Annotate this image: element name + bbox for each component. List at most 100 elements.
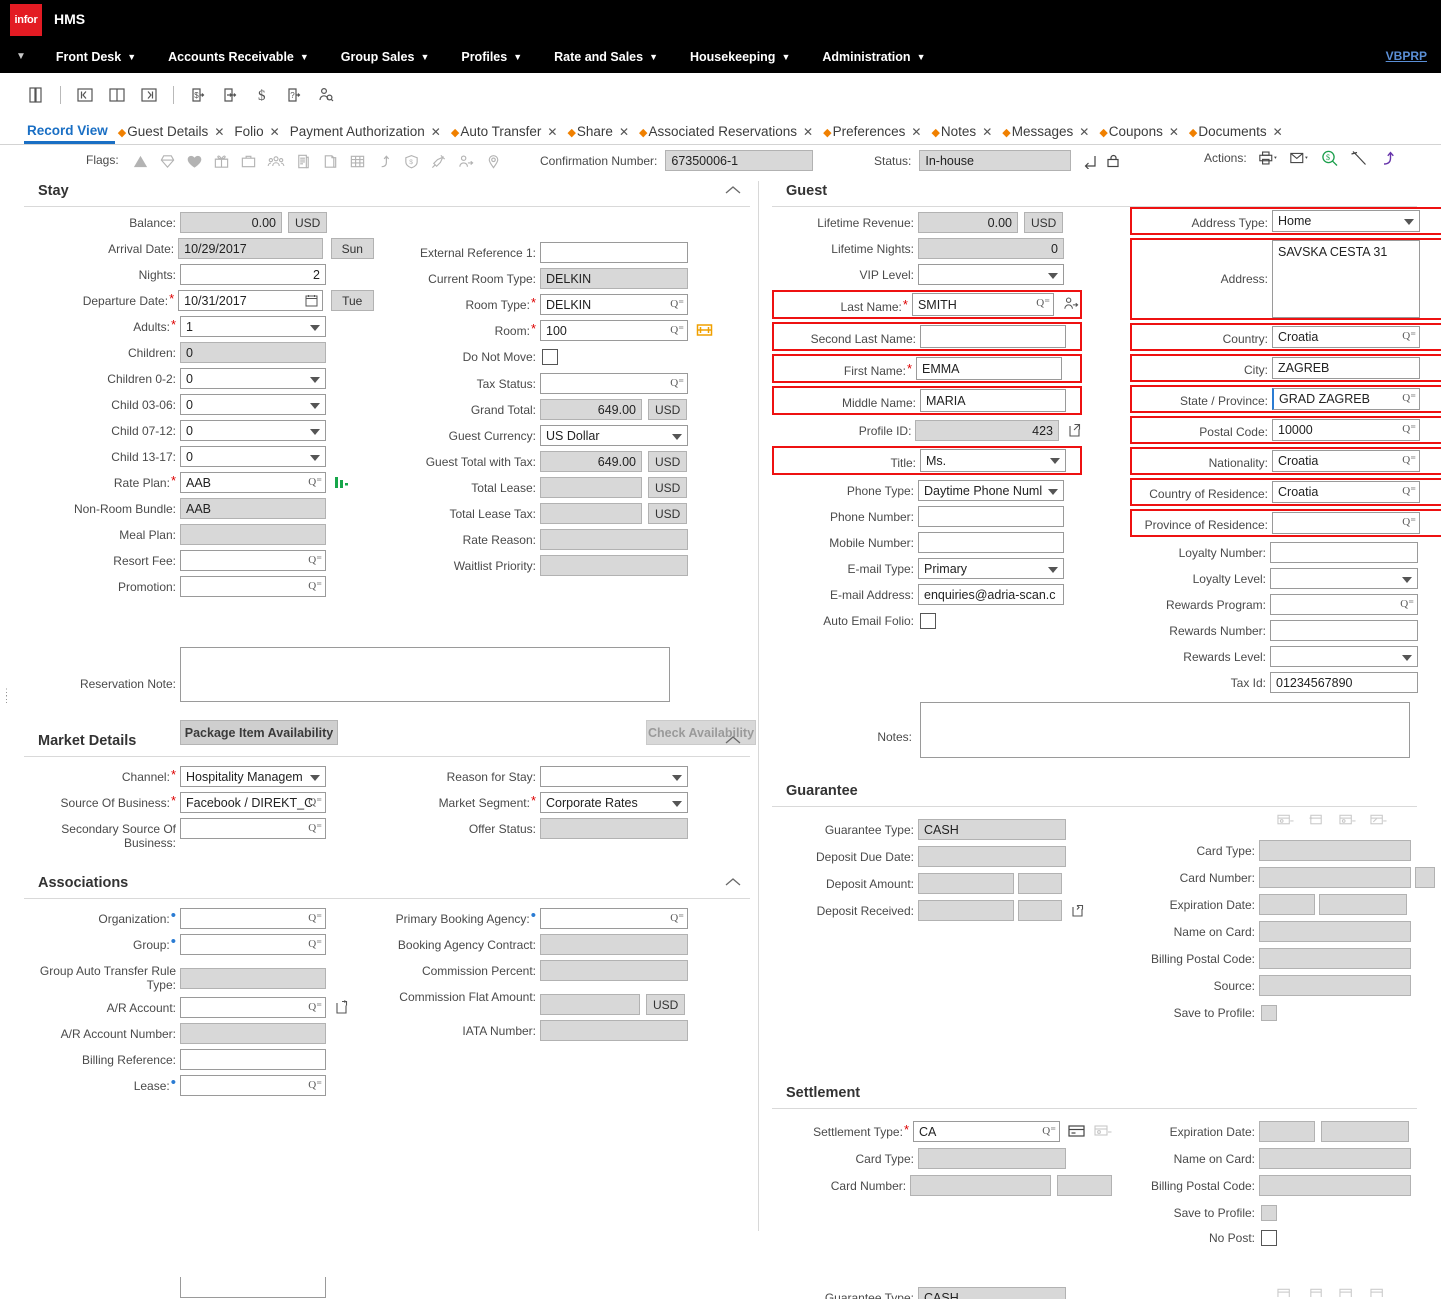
section-header-settlement[interactable]: Settlement — [772, 1079, 1417, 1109]
tab-folio[interactable]: Folio✕ — [231, 124, 286, 144]
location-pin-icon[interactable] — [485, 153, 502, 170]
close-icon[interactable]: ✕ — [911, 125, 921, 139]
lookup-icon[interactable]: Q⁼ — [308, 553, 322, 566]
heart-icon[interactable] — [186, 153, 203, 170]
post-charge-icon[interactable]: $ — [188, 85, 208, 105]
document-lines-icon[interactable] — [295, 153, 312, 170]
primary-booking-agency-input[interactable]: Q⁼ — [540, 908, 688, 929]
close-icon[interactable]: ✕ — [547, 125, 557, 139]
lookup-icon[interactable]: Q⁼ — [1402, 391, 1416, 404]
open-profile-icon[interactable] — [1067, 422, 1082, 441]
close-icon[interactable]: ✕ — [1273, 125, 1283, 139]
email-address-input[interactable]: enquiries@adria-scan.c — [918, 584, 1064, 605]
billing-reference-input[interactable] — [180, 1049, 326, 1070]
lookup-icon[interactable]: Q⁼ — [1400, 597, 1414, 610]
lookup-icon[interactable]: Q⁼ — [308, 821, 322, 834]
address-type-select[interactable]: Home — [1272, 210, 1420, 232]
lookup-icon[interactable]: Q⁼ — [308, 1078, 322, 1091]
close-icon[interactable]: ✕ — [431, 125, 441, 139]
guest-notes-textarea[interactable] — [920, 702, 1410, 758]
children-0-2-select[interactable]: 0 — [180, 368, 326, 389]
close-icon[interactable]: ✕ — [619, 125, 629, 139]
email-type-select[interactable]: Primary — [918, 558, 1064, 579]
nav-first-icon[interactable] — [75, 85, 95, 105]
close-icon[interactable]: ✕ — [803, 125, 813, 139]
room-plan-icon[interactable] — [696, 322, 713, 341]
room-type-input[interactable]: DELKINQ⁼ — [540, 294, 688, 315]
lease-input[interactable]: Q⁼ — [180, 1075, 326, 1096]
tab-auto-transfer[interactable]: ◆Auto Transfer✕ — [448, 124, 565, 144]
lookup-icon[interactable]: Q⁼ — [1042, 1124, 1056, 1137]
menu-item-accounts-receivable[interactable]: Accounts Receivable▼ — [152, 50, 325, 64]
section-header-guest[interactable]: Guest — [772, 177, 1417, 207]
share-up-icon[interactable] — [1378, 149, 1398, 167]
menu-item-rate-and-sales[interactable]: Rate and Sales▼ — [538, 50, 674, 64]
guest-search-icon[interactable] — [316, 85, 336, 105]
credit-card-icon[interactable] — [1068, 1124, 1086, 1141]
loyalty-level-select[interactable] — [1270, 568, 1418, 589]
room-input[interactable]: 100Q⁼ — [540, 320, 688, 341]
child-07-12-select[interactable]: 0 — [180, 420, 326, 441]
menu-item-housekeeping[interactable]: Housekeeping▼ — [674, 50, 806, 64]
mobile-number-input[interactable] — [918, 532, 1064, 553]
email-icon[interactable] — [1289, 150, 1311, 166]
check-in-icon[interactable] — [220, 85, 240, 105]
wrench-icon[interactable] — [1349, 149, 1369, 167]
section-header-market-details[interactable]: Market Details — [24, 727, 750, 757]
lookup-icon[interactable]: Q⁼ — [670, 376, 684, 389]
tab-documents[interactable]: ◆Documents✕ — [1186, 124, 1290, 144]
lookup-icon[interactable]: Q⁼ — [670, 911, 684, 924]
departure-date-input[interactable]: 10/31/2017 — [178, 290, 322, 311]
ar-account-input[interactable]: Q⁼ — [180, 997, 326, 1018]
external-reference-1-input[interactable] — [540, 242, 688, 263]
lookup-icon[interactable]: Q⁼ — [1402, 484, 1416, 497]
tab-notes[interactable]: ◆Notes✕ — [928, 124, 999, 144]
chevron-up-icon[interactable] — [724, 184, 742, 196]
state-province-input[interactable]: GRAD ZAGREBQ⁼ — [1272, 388, 1420, 410]
book-open-icon[interactable] — [26, 85, 46, 105]
section-header-guarantee[interactable]: Guarantee — [772, 777, 1417, 807]
current-user-link[interactable]: VBPRP — [1386, 49, 1427, 63]
rate-chart-icon[interactable] — [334, 475, 350, 493]
second-last-name-input[interactable] — [920, 325, 1066, 348]
lookup-icon[interactable]: Q⁼ — [1402, 329, 1416, 342]
shield-dollar-icon[interactable]: $ — [403, 153, 420, 170]
loyalty-number-input[interactable] — [1270, 542, 1418, 563]
auto-email-folio-checkbox[interactable] — [920, 613, 936, 629]
last-name-input[interactable]: SMITHQ⁼ — [912, 293, 1054, 316]
source-of-business-input[interactable]: Facebook / DIREKT_CQ⁼ — [180, 792, 326, 813]
nights-input[interactable]: 2 — [180, 264, 326, 285]
lookup-icon[interactable]: Q⁼ — [670, 323, 684, 336]
postal-code-input[interactable]: 10000Q⁼ — [1272, 419, 1420, 441]
tab-associated-reservations[interactable]: ◆Associated Reservations✕ — [636, 124, 820, 144]
guest-currency-select[interactable]: US Dollar — [540, 425, 688, 446]
section-header-stay[interactable]: Stay — [24, 177, 750, 207]
documents-copy-icon[interactable] — [322, 153, 339, 170]
adults-select[interactable]: 1 — [180, 316, 326, 337]
menu-item-administration[interactable]: Administration▼ — [806, 50, 941, 64]
pane-resize-handle[interactable]: ⋮⋮ — [2, 689, 11, 703]
lookup-icon[interactable]: Q⁼ — [1402, 453, 1416, 466]
rewards-program-input[interactable]: Q⁼ — [1270, 594, 1418, 615]
child-13-17-select[interactable]: 0 — [180, 446, 326, 467]
tax-status-input[interactable]: Q⁼ — [540, 373, 688, 394]
close-icon[interactable]: ✕ — [270, 125, 280, 139]
alert-triangle-icon[interactable] — [132, 153, 149, 170]
guest-profile-icon[interactable] — [1062, 295, 1080, 315]
partial-left-field[interactable]: * — [180, 1277, 326, 1298]
menu-item-group-sales[interactable]: Group Sales▼ — [325, 50, 446, 64]
gift-icon[interactable] — [213, 153, 230, 170]
rewards-level-select[interactable] — [1270, 646, 1418, 667]
tab-guest-details[interactable]: ◆Guest Details✕ — [115, 124, 232, 144]
close-icon[interactable]: ✕ — [1169, 125, 1179, 139]
lookup-icon[interactable]: Q⁼ — [308, 937, 322, 950]
tab-messages[interactable]: ◆Messages✕ — [999, 124, 1096, 144]
menu-expand-caret-icon[interactable]: ▼ — [8, 51, 40, 62]
person-link-icon[interactable] — [457, 153, 475, 170]
lookup-icon[interactable]: Q⁼ — [1036, 296, 1050, 309]
lookup-icon[interactable]: Q⁼ — [670, 297, 684, 310]
organization-input[interactable]: Q⁼ — [180, 908, 326, 929]
chevron-up-icon[interactable] — [724, 876, 742, 888]
tab-preferences[interactable]: ◆Preferences✕ — [820, 124, 928, 144]
lookup-icon[interactable]: Q⁼ — [308, 795, 322, 808]
